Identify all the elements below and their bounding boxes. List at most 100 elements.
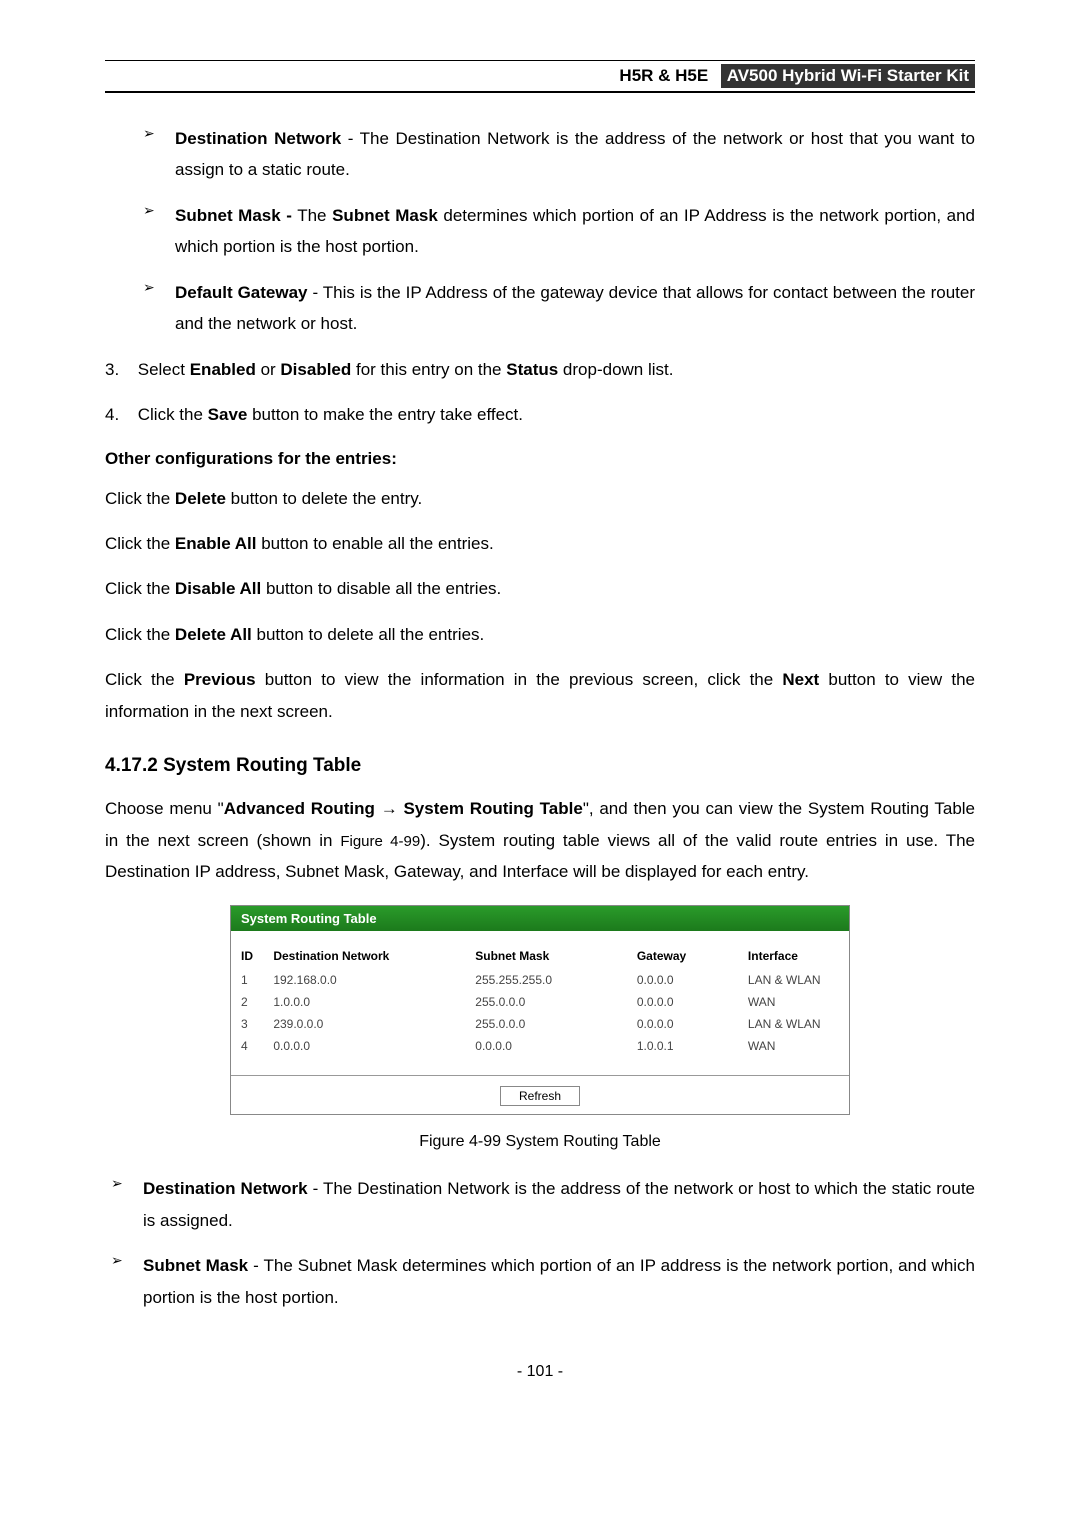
figure-caption: Figure 4-99 System Routing Table	[105, 1133, 975, 1151]
config-text: Click the	[105, 489, 175, 508]
col-id: ID	[231, 943, 263, 969]
page-header: H5R & H5E AV500 Hybrid Wi-Fi Starter Kit	[105, 60, 975, 93]
list-item: Subnet Mask - The Subnet Mask determines…	[143, 1250, 975, 1313]
table-row: 3 239.0.0.0 255.0.0.0 0.0.0.0 LAN & WLAN	[231, 1013, 849, 1035]
step-text: Click the	[138, 405, 208, 424]
cell-dest: 239.0.0.0	[263, 1013, 465, 1035]
config-text: button to delete the entry.	[226, 489, 422, 508]
bullet-arrow-icon: ➢	[111, 1175, 123, 1192]
list-item: Destination Network - The Destination Ne…	[143, 1173, 975, 1236]
config-line: Click the Delete All button to delete al…	[105, 619, 975, 650]
routing-table: ID Destination Network Subnet Mask Gatew…	[231, 943, 849, 1057]
step-text: Select	[138, 360, 190, 379]
cell-gateway: 0.0.0.0	[627, 969, 738, 991]
section-heading: 4.17.2 System Routing Table	[105, 755, 975, 777]
term-label: Destination Network	[143, 1179, 308, 1198]
step-3: 3. Select Enabled or Disabled for this e…	[105, 354, 975, 385]
config-text: Click the	[105, 625, 175, 644]
cell-interface: LAN & WLAN	[738, 1013, 849, 1035]
cell-mask: 255.255.255.0	[465, 969, 627, 991]
cell-interface: WAN	[738, 991, 849, 1013]
list-item: Destination Network - The Destination Ne…	[175, 123, 975, 186]
config-bold: Enable All	[175, 534, 257, 553]
product-tagline: AV500 Hybrid Wi-Fi Starter Kit	[721, 64, 975, 88]
prev-next-line: Click the Previous button to view the in…	[105, 664, 975, 727]
term-text: - The Subnet Mask determines which porti…	[143, 1256, 975, 1306]
cell-gateway: 0.0.0.0	[627, 991, 738, 1013]
figure-routing-table: System Routing Table ID Destination Netw…	[105, 905, 975, 1115]
intro-text: →	[375, 799, 404, 818]
cell-dest: 192.168.0.0	[263, 969, 465, 991]
step-text: or	[256, 360, 281, 379]
term-label: Subnet Mask	[332, 206, 438, 225]
cell-mask: 255.0.0.0	[465, 991, 627, 1013]
step-number: 3.	[105, 354, 133, 385]
table-row: 4 0.0.0.0 0.0.0.0 1.0.0.1 WAN	[231, 1035, 849, 1057]
config-text: Click the	[105, 534, 175, 553]
config-text: button to enable all the entries.	[256, 534, 493, 553]
table-header-row: ID Destination Network Subnet Mask Gatew…	[231, 943, 849, 969]
term-label: Subnet Mask	[143, 1256, 248, 1275]
refresh-button[interactable]: Refresh	[500, 1086, 580, 1106]
intro-text: Choose menu "	[105, 799, 224, 818]
routing-panel-title: System Routing Table	[231, 906, 849, 931]
product-code: H5R & H5E	[619, 66, 708, 85]
col-destination: Destination Network	[263, 943, 465, 969]
config-text: Click the	[105, 579, 175, 598]
other-config-heading: Other configurations for the entries:	[105, 449, 975, 469]
config-bold: Disable All	[175, 579, 261, 598]
routing-button-row: Refresh	[231, 1075, 849, 1114]
step-text: for this entry on the	[351, 360, 506, 379]
cell-interface: LAN & WLAN	[738, 969, 849, 991]
col-subnetmask: Subnet Mask	[465, 943, 627, 969]
cell-mask: 255.0.0.0	[465, 1013, 627, 1035]
term-label: Default Gateway	[175, 283, 308, 302]
config-text: button to disable all the entries.	[261, 579, 501, 598]
figure-ref: Figure 4-99	[340, 833, 420, 850]
definition-list-top: ➢ Destination Network - The Destination …	[175, 123, 975, 340]
cell-id: 1	[231, 969, 263, 991]
term-label: Subnet Mask -	[175, 206, 292, 225]
col-interface: Interface	[738, 943, 849, 969]
bullet-arrow-icon: ➢	[143, 202, 155, 219]
routing-panel: System Routing Table ID Destination Netw…	[230, 905, 850, 1115]
config-text: button to delete all the entries.	[252, 625, 485, 644]
step-number: 4.	[105, 399, 133, 430]
page-number: - 101 -	[105, 1363, 975, 1381]
term-text: The	[292, 206, 332, 225]
intro-bold: Advanced Routing	[224, 799, 375, 818]
cell-interface: WAN	[738, 1035, 849, 1057]
table-row: 2 1.0.0.0 255.0.0.0 0.0.0.0 WAN	[231, 991, 849, 1013]
cell-id: 4	[231, 1035, 263, 1057]
bullet-arrow-icon: ➢	[111, 1252, 123, 1269]
cell-dest: 0.0.0.0	[263, 1035, 465, 1057]
nav-bold: Previous	[184, 670, 256, 689]
nav-text: button to view the information in the pr…	[256, 670, 783, 689]
list-item: Default Gateway - This is the IP Address…	[175, 277, 975, 340]
list-item: Subnet Mask - The Subnet Mask determines…	[175, 200, 975, 263]
step-4: 4. Click the Save button to make the ent…	[105, 399, 975, 430]
config-line: Click the Disable All button to disable …	[105, 573, 975, 604]
step-bold: Enabled	[190, 360, 256, 379]
term-label: Destination Network	[175, 129, 341, 148]
config-bold: Delete	[175, 489, 226, 508]
bullet-arrow-icon: ➢	[143, 279, 155, 296]
nav-text: Click the	[105, 670, 184, 689]
step-text: button to make the entry take effect.	[247, 405, 523, 424]
step-bold: Status	[506, 360, 558, 379]
table-row: 1 192.168.0.0 255.255.255.0 0.0.0.0 LAN …	[231, 969, 849, 991]
config-line: Click the Delete button to delete the en…	[105, 483, 975, 514]
config-line: Click the Enable All button to enable al…	[105, 528, 975, 559]
step-text: drop-down list.	[558, 360, 673, 379]
cell-mask: 0.0.0.0	[465, 1035, 627, 1057]
intro-bold: System Routing Table	[403, 799, 582, 818]
step-bold: Save	[208, 405, 248, 424]
nav-bold: Next	[782, 670, 819, 689]
config-bold: Delete All	[175, 625, 252, 644]
col-gateway: Gateway	[627, 943, 738, 969]
cell-id: 2	[231, 991, 263, 1013]
bullet-arrow-icon: ➢	[143, 125, 155, 142]
definition-list-bottom: ➢ Destination Network - The Destination …	[143, 1173, 975, 1313]
section-intro: Choose menu "Advanced Routing → System R…	[105, 793, 975, 887]
cell-gateway: 0.0.0.0	[627, 1013, 738, 1035]
